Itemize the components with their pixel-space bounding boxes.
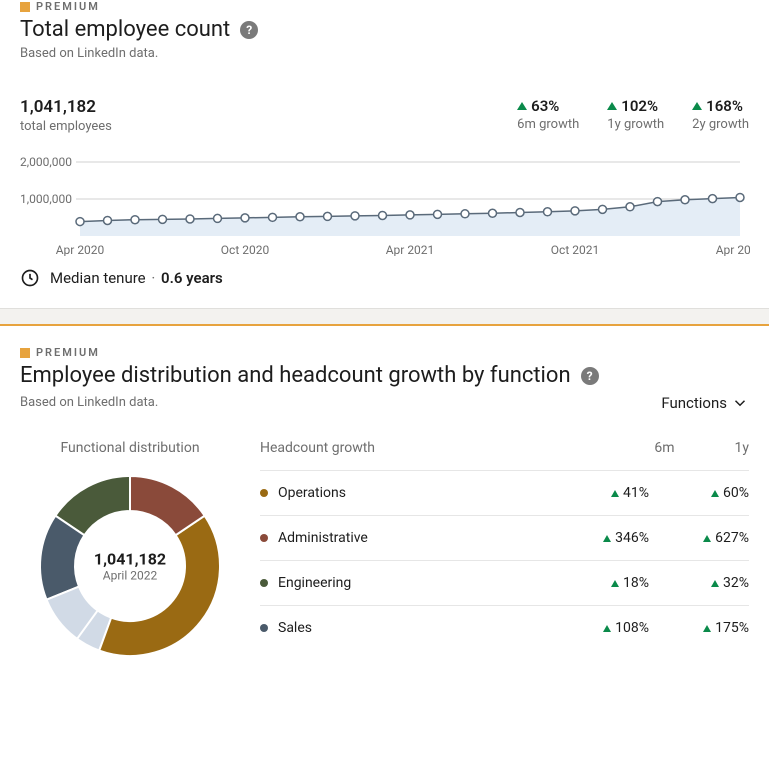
total-employee-panel: PREMIUM Total employee count ? Based on … [0, 0, 769, 308]
panel-title: Total employee count ? [20, 17, 749, 42]
line-chart-svg: 2,000,000 1,000,000 Apr 2020 Oct 2020 Apr 20… [20, 156, 750, 256]
section-divider [0, 308, 769, 326]
svg-text:Apr 2021: Apr 2021 [386, 243, 435, 256]
up-arrow-icon [611, 580, 619, 587]
premium-badge: PREMIUM [20, 0, 749, 13]
table-header: Headcount growth 6m 1y [260, 440, 749, 470]
bullet-separator: · [151, 269, 155, 287]
up-arrow-icon [607, 102, 617, 110]
median-tenure-row: Median tenure · 0.6 years [20, 268, 749, 288]
subtitle: Based on LinkedIn data. [20, 46, 749, 61]
up-arrow-icon [603, 625, 611, 632]
premium-icon [20, 348, 30, 358]
svg-text:1,000,000: 1,000,000 [20, 192, 72, 206]
growth-stat: 168% 2y growth [692, 97, 749, 132]
clock-icon [20, 268, 40, 288]
growth-1y: 627% [715, 530, 749, 546]
donut-chart: 1,041,182 April 2022 [30, 466, 230, 666]
donut-column: Functional distribution 1,041,182 April … [20, 440, 240, 666]
help-icon[interactable]: ? [240, 21, 258, 39]
help-icon[interactable]: ? [581, 367, 599, 385]
donut-title: Functional distribution [20, 440, 240, 456]
legend-dot [260, 489, 268, 497]
function-name: Administrative [278, 530, 368, 546]
function-name: Operations [278, 485, 346, 501]
growth-1y: 60% [723, 485, 749, 501]
svg-text:Apr 2022: Apr 2022 [716, 243, 750, 256]
up-arrow-icon [517, 102, 527, 110]
donut-center-value: 1,041,182 [94, 550, 166, 569]
title-text: Employee distribution and headcount grow… [20, 363, 571, 388]
up-arrow-icon [703, 535, 711, 542]
svg-text:Oct 2021: Oct 2021 [551, 243, 599, 256]
svg-text:2,000,000: 2,000,000 [20, 156, 72, 169]
legend-dot [260, 624, 268, 632]
growth-6m: 346% [615, 530, 649, 546]
title-text: Total employee count [20, 17, 230, 42]
growth-label: 2y growth [692, 117, 749, 132]
function-name: Sales [278, 620, 312, 636]
up-arrow-icon [703, 625, 711, 632]
growth-1y: 32% [723, 575, 749, 591]
growth-stat: 63% 6m growth [517, 97, 579, 132]
subtitle: Based on LinkedIn data. [20, 395, 158, 410]
total-label: total employees [20, 119, 112, 134]
growth-value: 168% [706, 97, 743, 115]
growth-value: 102% [621, 97, 658, 115]
col-6m: 6m [654, 440, 674, 456]
tenure-value: 0.6 years [161, 269, 223, 287]
functions-label: Functions [661, 394, 727, 412]
up-arrow-icon [711, 580, 719, 587]
distribution-panel: PREMIUM Employee distribution and headco… [0, 326, 769, 686]
growth-label: 6m growth [517, 117, 579, 132]
employee-line-chart: 2,000,000 1,000,000 Apr 2020 Oct 2020 Apr 20… [20, 156, 749, 256]
growth-table: Headcount growth 6m 1y Operations 41% 60… [260, 440, 749, 650]
svg-text:Oct 2020: Oct 2020 [221, 243, 270, 256]
stats-row: 1,041,182 total employees 63% 6m growth … [20, 97, 749, 134]
up-arrow-icon [611, 490, 619, 497]
total-value: 1,041,182 [20, 97, 112, 117]
chevron-down-icon [731, 394, 749, 412]
up-arrow-icon [711, 490, 719, 497]
growth-value: 63% [531, 97, 559, 115]
table-row: Operations 41% 60% [260, 470, 749, 515]
growth-6m: 108% [615, 620, 649, 636]
donut-center: 1,041,182 April 2022 [94, 550, 166, 583]
table-row: Sales 108% 175% [260, 605, 749, 650]
premium-label: PREMIUM [36, 346, 100, 359]
premium-label: PREMIUM [36, 0, 100, 13]
up-arrow-icon [692, 102, 702, 110]
functions-dropdown[interactable]: Functions [661, 394, 749, 412]
svg-text:Apr 2020: Apr 2020 [56, 243, 105, 256]
table-title: Headcount growth [260, 440, 375, 456]
donut-center-date: April 2022 [94, 569, 166, 583]
legend-dot [260, 579, 268, 587]
premium-badge: PREMIUM [20, 346, 749, 359]
growth-label: 1y growth [607, 117, 664, 132]
table-row: Engineering 18% 32% [260, 560, 749, 605]
function-name: Engineering [278, 575, 351, 591]
growth-1y: 175% [715, 620, 749, 636]
table-body: Operations 41% 60% Administrative 346% 6… [260, 470, 749, 650]
legend-dot [260, 534, 268, 542]
growth-6m: 18% [623, 575, 649, 591]
table-row: Administrative 346% 627% [260, 515, 749, 560]
growth-6m: 41% [623, 485, 649, 501]
total-employees-stat: 1,041,182 total employees [20, 97, 112, 134]
premium-icon [20, 2, 30, 12]
up-arrow-icon [603, 535, 611, 542]
panel-title: Employee distribution and headcount grow… [20, 363, 749, 388]
distribution-content: Functional distribution 1,041,182 April … [20, 440, 749, 666]
col-1y: 1y [735, 440, 750, 456]
tenure-label: Median tenure [50, 269, 146, 287]
growth-stats: 63% 6m growth 102% 1y growth 168% 2y gro… [517, 97, 749, 132]
growth-stat: 102% 1y growth [607, 97, 664, 132]
